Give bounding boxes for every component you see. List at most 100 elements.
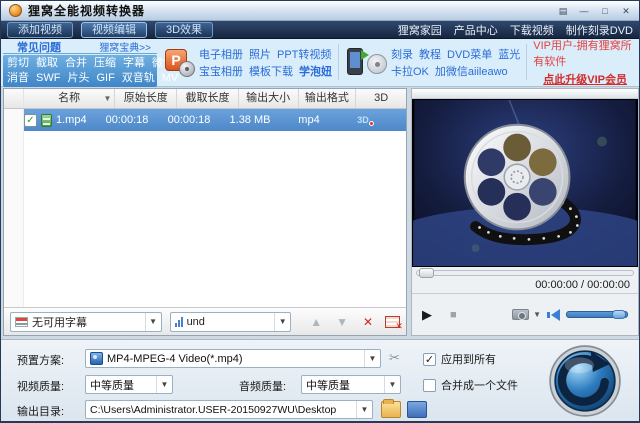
column-header-trim[interactable]: 截取长度 — [177, 89, 239, 108]
album-links: 电子相册 照片 PPT转视频 宝宝相册 模板下载 学泡妞 — [199, 40, 332, 84]
quick-link[interactable]: 截取 — [36, 56, 58, 71]
volume-handle[interactable] — [612, 310, 626, 319]
close-button[interactable]: ✕ — [619, 4, 633, 18]
skin-icon[interactable]: ▤ — [556, 4, 570, 18]
link-products[interactable]: 产品中心 — [454, 22, 498, 38]
3d-badge-icon[interactable]: 3D — [357, 115, 374, 126]
video-quality-value: 中等质量 — [90, 379, 134, 392]
quick-link[interactable]: 字幕 — [123, 56, 145, 71]
file-list-panel: 名称 ▼ 原始长度 截取长度 输出大小 输出格式 3D ✓ 1.mp4 00:0 — [3, 88, 407, 336]
column-header-3d[interactable]: 3D — [356, 89, 406, 108]
column-header-orig[interactable]: 原始长度 — [115, 89, 178, 108]
output-dir-label: 输出目录: — [17, 406, 65, 418]
link-download-video[interactable]: 下载视频 — [510, 22, 554, 38]
promo-link[interactable]: 学泡妞 — [299, 63, 332, 79]
checkbox-unchecked[interactable] — [423, 378, 436, 392]
move-up-button[interactable]: ▲ — [307, 315, 325, 329]
link-home[interactable]: 狸窝家园 — [398, 22, 442, 38]
promo-link[interactable]: 宝宝相册 — [199, 63, 243, 79]
quick-link[interactable]: 合并 — [65, 56, 87, 71]
output-dir-value: C:\Users\Administrator.USER-20150927WU\D… — [90, 403, 337, 416]
chevron-down-icon[interactable]: ▼ — [144, 312, 161, 331]
subtitle-select[interactable]: 无可用字幕 ▼ — [10, 311, 162, 332]
sort-arrow-icon[interactable]: ▼ — [104, 89, 112, 108]
apply-all-checkbox[interactable]: ✓ 应用到所有 — [423, 351, 496, 367]
nav-links: 狸窝家园 产品中心 下载视频 制作刻录DVD — [398, 22, 633, 38]
minimize-button[interactable]: — — [577, 4, 591, 18]
chevron-down-icon[interactable]: ▼ — [274, 312, 290, 331]
column-header-size[interactable]: 输出大小 — [239, 89, 299, 108]
promo-link[interactable]: 蓝光 — [498, 46, 520, 62]
promo-strip: 常见问题 狸窝宝典>> 剪切 截取 合并 压缩 字幕 微信 消音 SWF 片头 … — [1, 39, 639, 87]
edit-preset-icon[interactable]: ✂ — [389, 350, 400, 366]
promo-link[interactable]: 模板下载 — [249, 63, 293, 79]
output-format: mp4 — [298, 114, 320, 126]
promo-link[interactable]: 刻录 — [391, 46, 413, 62]
seek-bar[interactable] — [412, 267, 638, 279]
chevron-down-icon[interactable]: ▼ — [364, 350, 380, 367]
promo-link[interactable]: PPT转视频 — [277, 46, 331, 62]
orig-duration: 00:00:18 — [105, 114, 149, 126]
promo-link[interactable]: 加微信aiileawo — [435, 63, 508, 79]
link-burn-dvd[interactable]: 制作刻录DVD — [566, 22, 633, 38]
video-preview[interactable] — [412, 99, 638, 267]
preview-panel: 00:00:00 / 00:00:00 ▶ ■ ▼ — [411, 88, 639, 336]
promo-link[interactable]: 卡拉OK — [391, 63, 429, 79]
video-quality-select[interactable]: 中等质量 ▼ — [85, 375, 173, 394]
volume-icon[interactable] — [547, 308, 560, 321]
audio-quality-label: 音频质量: — [239, 381, 287, 393]
output-dir-select[interactable]: C:\Users\Administrator.USER-20150927WU\D… — [85, 400, 373, 419]
list-body: ✓ 1.mp4 00:00:18 00:00:18 1.38 MB mp4 3D — [4, 109, 406, 307]
table-row[interactable]: ✓ 1.mp4 00:00:18 00:00:18 1.38 MB mp4 3D — [24, 109, 406, 131]
quick-link[interactable]: 剪切 — [7, 56, 29, 71]
move-down-button[interactable]: ▼ — [333, 315, 351, 329]
seek-handle[interactable] — [419, 268, 434, 278]
list-header: 名称 ▼ 原始长度 截取长度 输出大小 输出格式 3D — [4, 89, 406, 109]
quick-link[interactable]: GIF — [96, 71, 114, 86]
quick-link[interactable]: SWF — [36, 71, 60, 86]
film-reel-image — [413, 100, 637, 266]
open-folder-button[interactable] — [407, 401, 427, 418]
audio-quality-select[interactable]: 中等质量 ▼ — [301, 375, 401, 394]
vip-upgrade-link[interactable]: 点此升级VIP会员 — [543, 71, 627, 87]
column-header-name[interactable]: 名称 ▼ — [24, 89, 116, 108]
preview-header — [412, 89, 638, 99]
audio-track-select[interactable]: und ▼ — [169, 311, 292, 332]
clear-list-button[interactable] — [385, 315, 403, 332]
merge-checkbox[interactable]: 合并成一个文件 — [423, 377, 518, 393]
chevron-down-icon[interactable]: ▼ — [156, 376, 172, 393]
promo-link[interactable]: 电子相册 — [199, 46, 243, 62]
browse-folder-button[interactable] — [381, 399, 401, 418]
snapshot-dropdown-icon[interactable]: ▼ — [533, 310, 541, 319]
checkbox-checked[interactable]: ✓ — [423, 352, 436, 366]
chevron-down-icon[interactable]: ▼ — [384, 376, 400, 393]
divider — [338, 44, 339, 80]
row-checkbox[interactable]: ✓ — [24, 113, 37, 127]
column-header-format[interactable]: 输出格式 — [299, 89, 357, 108]
maximize-button[interactable]: □ — [598, 4, 612, 18]
stop-button[interactable]: ■ — [450, 309, 474, 321]
subtitle-icon — [15, 316, 28, 327]
preset-select[interactable]: MP4-MPEG-4 Video(*.mp4) ▼ — [85, 349, 381, 368]
quick-link[interactable]: 消音 — [7, 71, 29, 86]
chevron-down-icon[interactable]: ▼ — [356, 401, 372, 418]
baodian-link[interactable]: 狸窝宝典>> — [99, 39, 151, 54]
quick-link[interactable]: 双音轨 — [122, 71, 155, 86]
tab-add-video[interactable]: 添加视频 — [7, 21, 73, 38]
volume-slider[interactable] — [566, 310, 628, 319]
play-button[interactable]: ▶ — [422, 307, 446, 323]
tab-3d-effect[interactable]: 3D效果 — [155, 21, 214, 38]
quick-link[interactable]: 片头 — [67, 71, 89, 86]
tab-video-edit[interactable]: 视频编辑 — [81, 21, 147, 38]
faq-title[interactable]: 常见问题 — [17, 39, 61, 55]
promo-link[interactable]: 照片 — [249, 46, 271, 62]
vip-section: VIP用户-拥有狸窝所有软件 点此升级VIP会员 — [533, 40, 637, 87]
promo-link[interactable]: DVD菜单 — [447, 46, 492, 62]
convert-button[interactable] — [549, 345, 621, 417]
subtitle-value: 无可用字幕 — [32, 316, 87, 329]
promo-link[interactable]: 教程 — [419, 46, 441, 62]
delete-file-button[interactable]: ✕ — [359, 315, 377, 329]
quick-link[interactable]: 压缩 — [94, 56, 116, 71]
snapshot-camera-icon[interactable] — [512, 309, 530, 320]
window-title: 狸窝全能视频转换器 — [28, 4, 146, 18]
